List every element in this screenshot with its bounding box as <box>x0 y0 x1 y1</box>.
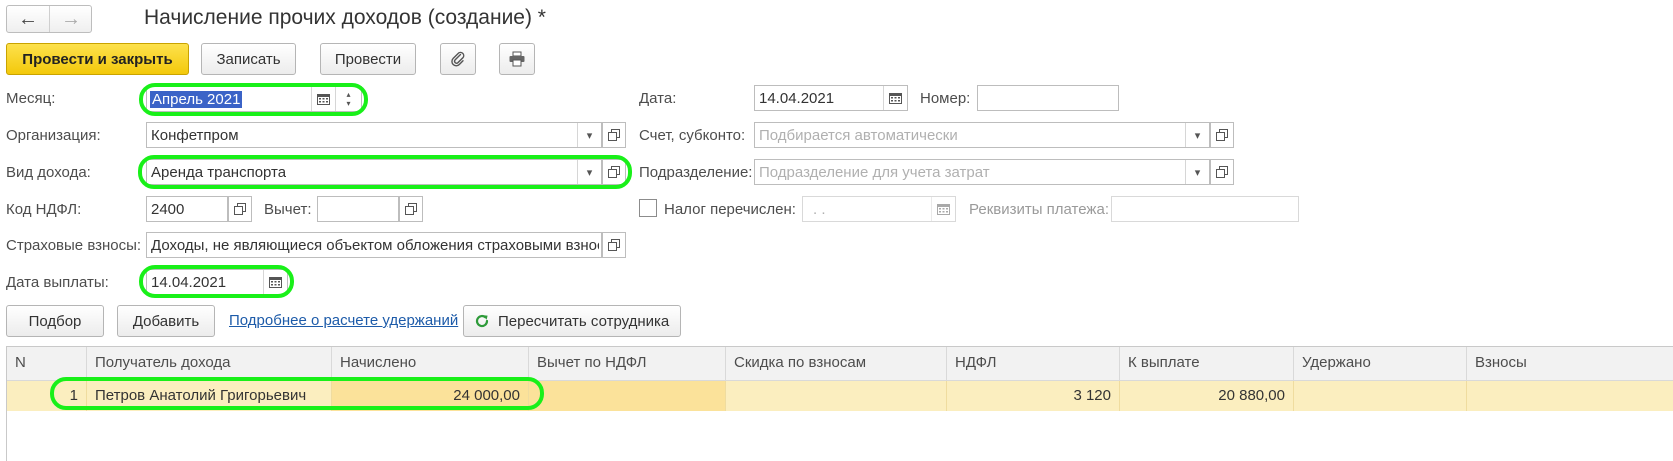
printer-icon <box>508 51 526 67</box>
pay-date-label: Дата выплаты: <box>6 274 109 291</box>
column-header-n[interactable]: N <box>7 347 87 381</box>
dropdown-icon[interactable]: ▾ <box>577 160 601 184</box>
payment-details-field <box>1111 196 1299 222</box>
calendar-icon <box>931 197 955 221</box>
column-header-deduction[interactable]: Вычет по НДФЛ <box>529 347 726 381</box>
tax-paid-date-field: . . <box>802 196 956 222</box>
details-link[interactable]: Подробнее о расчете удержаний <box>229 312 458 329</box>
income-type-label: Вид дохода: <box>6 164 91 181</box>
row-ndfl[interactable]: 3 120 <box>947 381 1120 411</box>
open-icon[interactable] <box>602 159 626 185</box>
calendar-icon[interactable] <box>263 270 287 294</box>
row-deduction[interactable] <box>529 381 726 411</box>
dropdown-icon[interactable]: ▾ <box>577 123 601 147</box>
date-field[interactable]: 14.04.2021 <box>754 85 908 111</box>
column-header-payout[interactable]: К выплате <box>1120 347 1294 381</box>
column-header-recipient[interactable]: Получатель дохода <box>87 347 332 381</box>
open-icon[interactable] <box>399 196 423 222</box>
spin-up-icon[interactable]: ▴ <box>346 90 350 99</box>
dropdown-icon[interactable]: ▾ <box>1185 160 1209 184</box>
month-label: Месяц: <box>6 90 56 107</box>
payment-details-label: Реквизиты платежа: <box>969 201 1109 218</box>
forward-button[interactable]: → <box>50 6 92 32</box>
row-payout[interactable]: 20 880,00 <box>1120 381 1294 411</box>
ndfl-code-field[interactable]: 2400 <box>146 196 228 222</box>
pay-date-field[interactable]: 14.04.2021 <box>146 269 288 295</box>
nav-group: ← → <box>6 5 92 33</box>
column-header-discount[interactable]: Скидка по взносам <box>726 347 947 381</box>
organization-label: Организация: <box>6 127 101 144</box>
insurance-label: Страховые взносы: <box>6 237 142 254</box>
tax-paid-checkbox[interactable] <box>639 199 657 217</box>
deduction-label: Вычет: <box>264 201 312 218</box>
row-n[interactable]: 1 <box>7 381 87 411</box>
page-title: Начисление прочих доходов (создание) * <box>144 6 546 29</box>
add-button[interactable]: Добавить <box>117 305 215 337</box>
accruals-table[interactable]: N Получатель дохода Начислено Вычет по Н… <box>6 346 1673 461</box>
column-header-contrib[interactable]: Взносы <box>1467 347 1673 381</box>
month-value: Апрель 2021 <box>150 91 243 108</box>
organization-field[interactable]: Конфетпром ▾ <box>146 122 602 148</box>
insurance-field[interactable]: Доходы, не являющиеся объектом обложения… <box>146 232 602 258</box>
insurance-value: Доходы, не являющиеся объектом обложения… <box>151 237 599 254</box>
row-withheld[interactable] <box>1294 381 1467 411</box>
account-placeholder: Подбирается автоматически <box>759 127 958 144</box>
division-field[interactable]: Подразделение для учета затрат ▾ <box>754 159 1210 185</box>
calendar-icon[interactable] <box>311 87 335 111</box>
open-icon[interactable] <box>1210 122 1234 148</box>
number-label: Номер: <box>920 90 971 107</box>
number-field[interactable] <box>977 85 1119 111</box>
open-icon[interactable] <box>1210 159 1234 185</box>
open-icon[interactable] <box>228 196 252 222</box>
account-field[interactable]: Подбирается автоматически ▾ <box>754 122 1210 148</box>
division-placeholder: Подразделение для учета затрат <box>759 164 990 181</box>
calendar-icon[interactable] <box>883 86 907 110</box>
deduction-field[interactable] <box>317 196 399 222</box>
print-button[interactable] <box>499 43 535 75</box>
organization-value: Конфетпром <box>151 127 239 144</box>
column-header-withheld[interactable]: Удержано <box>1294 347 1467 381</box>
income-type-field[interactable]: Аренда транспорта ▾ <box>146 159 602 185</box>
spin-down-icon[interactable]: ▾ <box>346 99 350 108</box>
date-label: Дата: <box>639 90 677 107</box>
refresh-icon <box>474 313 490 329</box>
recalc-button[interactable]: Пересчитать сотрудника <box>463 305 681 337</box>
attach-button[interactable] <box>440 43 476 75</box>
row-recipient[interactable]: Петров Анатолий Григорьевич <box>87 381 332 411</box>
ndfl-code-label: Код НДФЛ: <box>6 201 82 218</box>
ndfl-code-value: 2400 <box>151 201 185 218</box>
row-accrued[interactable]: 24 000,00 <box>332 381 529 411</box>
column-header-accrued[interactable]: Начислено <box>332 347 529 381</box>
post-button[interactable]: Провести <box>320 43 416 75</box>
tax-paid-date-placeholder: . . <box>813 201 826 218</box>
date-value: 14.04.2021 <box>759 90 835 107</box>
month-spinner[interactable]: ▴ ▾ <box>335 87 361 111</box>
month-field[interactable]: Апрель 2021 ▴ ▾ <box>146 86 362 112</box>
row-discount[interactable] <box>726 381 947 411</box>
open-icon[interactable] <box>602 122 626 148</box>
open-icon[interactable] <box>602 232 626 258</box>
column-header-ndfl[interactable]: НДФЛ <box>947 347 1120 381</box>
paperclip-icon <box>450 51 466 67</box>
select-button[interactable]: Подбор <box>6 305 104 337</box>
back-button[interactable]: ← <box>7 6 50 32</box>
save-button[interactable]: Записать <box>201 43 296 75</box>
tax-paid-label: Налог перечислен: <box>664 201 796 218</box>
dropdown-icon[interactable]: ▾ <box>1185 123 1209 147</box>
pay-date-value: 14.04.2021 <box>151 274 227 291</box>
account-label: Счет, субконто: <box>639 127 746 144</box>
post-and-close-button[interactable]: Провести и закрыть <box>6 43 189 75</box>
recalc-label: Пересчитать сотрудника <box>498 312 670 330</box>
income-type-value: Аренда транспорта <box>151 164 287 181</box>
row-contrib[interactable] <box>1467 381 1673 411</box>
division-label: Подразделение: <box>639 164 753 181</box>
